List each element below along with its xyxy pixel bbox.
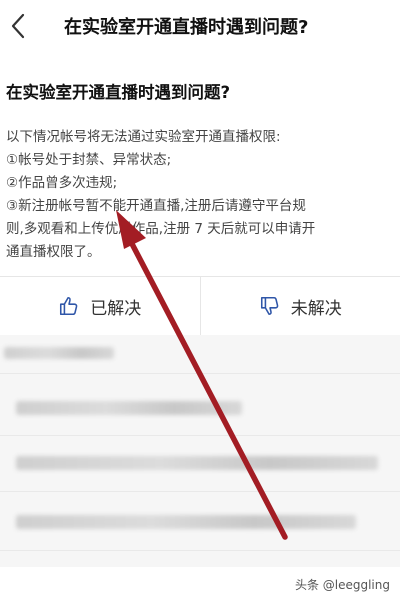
article-line: 通直播权限了。 bbox=[6, 244, 101, 260]
blur-divider bbox=[0, 550, 400, 551]
blurred-related-content bbox=[0, 335, 400, 567]
blur-divider bbox=[0, 373, 400, 374]
chevron-left-icon bbox=[11, 13, 25, 39]
article-line: ②作品曾多次违规; bbox=[6, 175, 118, 191]
back-button[interactable] bbox=[8, 12, 30, 40]
article-line: 以下情况帐号将无法通过实验室开通直播权限: bbox=[6, 129, 281, 145]
blurred-heading bbox=[4, 347, 114, 359]
blurred-list-item[interactable] bbox=[16, 401, 242, 415]
unresolved-label: 未解决 bbox=[290, 298, 342, 319]
resolved-label: 已解决 bbox=[90, 298, 142, 319]
unresolved-button[interactable]: 未解决 bbox=[201, 277, 400, 335]
article-line: ③新注册帐号暂不能开通直播,注册后请遵守平台规 bbox=[6, 198, 306, 214]
nav-title: 在实验室开通直播时遇到问题? bbox=[64, 17, 309, 38]
thumbs-up-icon bbox=[60, 296, 78, 316]
article-line: 则,多观看和上传优质作品,注册 7 天后就可以申请开 bbox=[6, 221, 316, 237]
resolved-button[interactable]: 已解决 bbox=[0, 277, 200, 335]
blur-divider bbox=[0, 491, 400, 492]
article-body: 以下情况帐号将无法通过实验室开通直播权限: ①帐号处于封禁、异常状态; ②作品曾… bbox=[6, 126, 398, 264]
blurred-list-item[interactable] bbox=[16, 515, 356, 529]
blurred-list-item[interactable] bbox=[16, 456, 378, 470]
article-title: 在实验室开通直播时遇到问题? bbox=[6, 83, 231, 102]
blur-divider bbox=[0, 435, 400, 436]
feedback-row: 已解决 未解决 bbox=[0, 277, 400, 335]
top-navigation-bar: 在实验室开通直播时遇到问题? bbox=[0, 0, 400, 52]
watermark: 头条 @leeggling bbox=[294, 578, 390, 592]
thumbs-down-icon bbox=[260, 296, 279, 316]
article-line: ①帐号处于封禁、异常状态; bbox=[6, 152, 172, 168]
